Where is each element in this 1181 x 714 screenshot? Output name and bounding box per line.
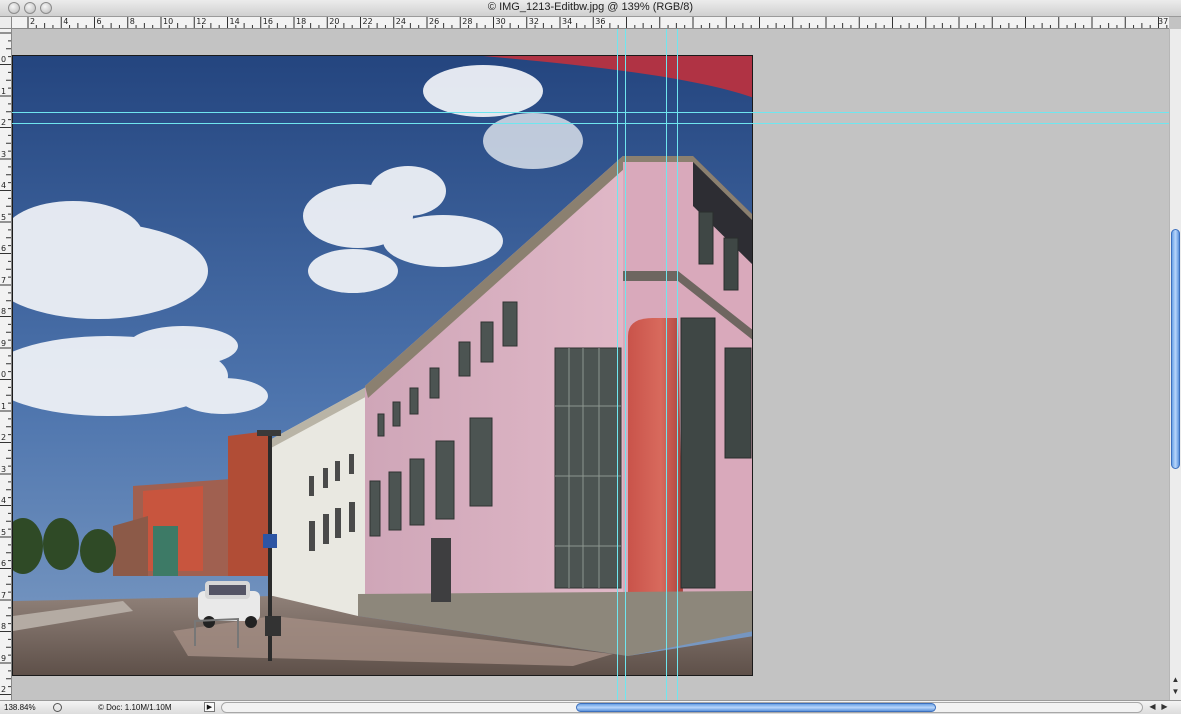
ruler-tick-label: 3	[1, 149, 7, 159]
status-bar: 138.84% © Doc: 1.10M/1.10M ▶ ◀ ▶	[0, 700, 1181, 714]
vertical-guide[interactable]	[625, 29, 626, 700]
vertical-scrollbar[interactable]: ▲ ▼	[1169, 29, 1181, 700]
vertical-ruler[interactable]: 0 1 2 3 4 5 6 7 8 9 0 1 2 3 4 5 6 7 8 9 2	[0, 29, 12, 700]
ruler-tick-label: 7	[1, 590, 7, 600]
ruler-tick-label: 2	[1, 118, 7, 127]
scroll-down-button[interactable]: ▼	[1170, 686, 1181, 698]
ruler-tick-label: 30	[495, 17, 506, 26]
ruler-tick-label: 37	[1158, 17, 1169, 26]
ruler-tick-label: 8	[1, 307, 7, 316]
scroll-right-button[interactable]: ▶	[1159, 702, 1170, 711]
ruler-tick-label: 14	[229, 17, 240, 26]
ruler-tick-label: 32	[528, 17, 539, 26]
ruler-tick-label: 20	[329, 17, 340, 26]
document-canvas[interactable]	[12, 29, 1169, 700]
ruler-origin[interactable]	[0, 17, 12, 29]
window-titlebar: © IMG_1213-Editbw.jpg @ 139% (RGB/8)	[0, 0, 1181, 17]
horizontal-guide[interactable]	[12, 112, 1169, 113]
vertical-scroll-thumb[interactable]	[1171, 229, 1180, 469]
ruler-tick-label: 8	[1, 622, 7, 631]
ruler-tick-label: 3	[1, 464, 7, 474]
ruler-tick-label: 18	[296, 17, 307, 26]
horizontal-guide[interactable]	[12, 123, 1169, 124]
horizontal-scroll-thumb[interactable]	[576, 703, 936, 712]
navigator-icon[interactable]	[53, 703, 62, 712]
ruler-tick-label: 5	[1, 527, 7, 537]
photo-image[interactable]	[12, 55, 753, 676]
ruler-tick-label: 9	[1, 338, 7, 348]
ruler-tick-label: 0	[1, 370, 7, 379]
ruler-tick-label: 2	[1, 685, 7, 694]
status-menu-arrow[interactable]: ▶	[204, 702, 215, 712]
ruler-tick-label: 24	[395, 17, 406, 26]
ruler-tick-label: 8	[129, 17, 135, 26]
document-size-info: © Doc: 1.10M/1.10M	[98, 703, 172, 712]
ruler-tick-label: 10	[163, 17, 174, 26]
ruler-tick-label: 16	[262, 17, 273, 26]
scroll-left-button[interactable]: ◀	[1147, 702, 1158, 711]
ruler-tick-label: 12	[196, 17, 207, 26]
ruler-tick-label: 9	[1, 653, 7, 663]
horizontal-ruler-ticks	[27, 17, 1168, 28]
zoom-level-field[interactable]: 138.84%	[4, 703, 44, 712]
ruler-tick-label: 1	[1, 86, 7, 96]
ruler-tick-label: 28	[462, 17, 473, 26]
ruler-tick-label: 1	[1, 401, 7, 411]
ruler-tick-label: 36	[595, 17, 606, 26]
vertical-guide[interactable]	[617, 29, 618, 700]
street-photo	[13, 56, 752, 675]
ruler-tick-label: 2	[1, 433, 7, 442]
ruler-tick-label: 34	[562, 17, 573, 26]
ruler-tick-label: 2	[30, 17, 36, 26]
window-title: © IMG_1213-Editbw.jpg @ 139% (RGB/8)	[487, 1, 694, 13]
ruler-tick-label: 4	[63, 17, 69, 26]
ruler-tick-label: 4	[1, 496, 7, 505]
ruler-tick-label: 5	[1, 212, 7, 222]
horizontal-ruler[interactable]: 2 4 6 8 10 12 14 16 18 20 22 24 26 28 30 32 34 36 37	[12, 17, 1169, 29]
ruler-tick-label: 6	[1, 244, 7, 253]
ruler-tick-label: 26	[429, 17, 440, 26]
ruler-tick-label: 22	[362, 17, 373, 26]
ruler-tick-label: 6	[1, 559, 7, 568]
vertical-guide[interactable]	[677, 29, 678, 700]
horizontal-scrollbar[interactable]	[221, 702, 1143, 713]
vertical-guide[interactable]	[666, 29, 667, 700]
ruler-tick-label: 6	[96, 17, 102, 26]
ruler-tick-label: 4	[1, 181, 7, 190]
ruler-tick-label: 7	[1, 275, 7, 285]
scroll-up-button[interactable]: ▲	[1170, 674, 1181, 686]
ruler-tick-label: 0	[1, 55, 7, 64]
